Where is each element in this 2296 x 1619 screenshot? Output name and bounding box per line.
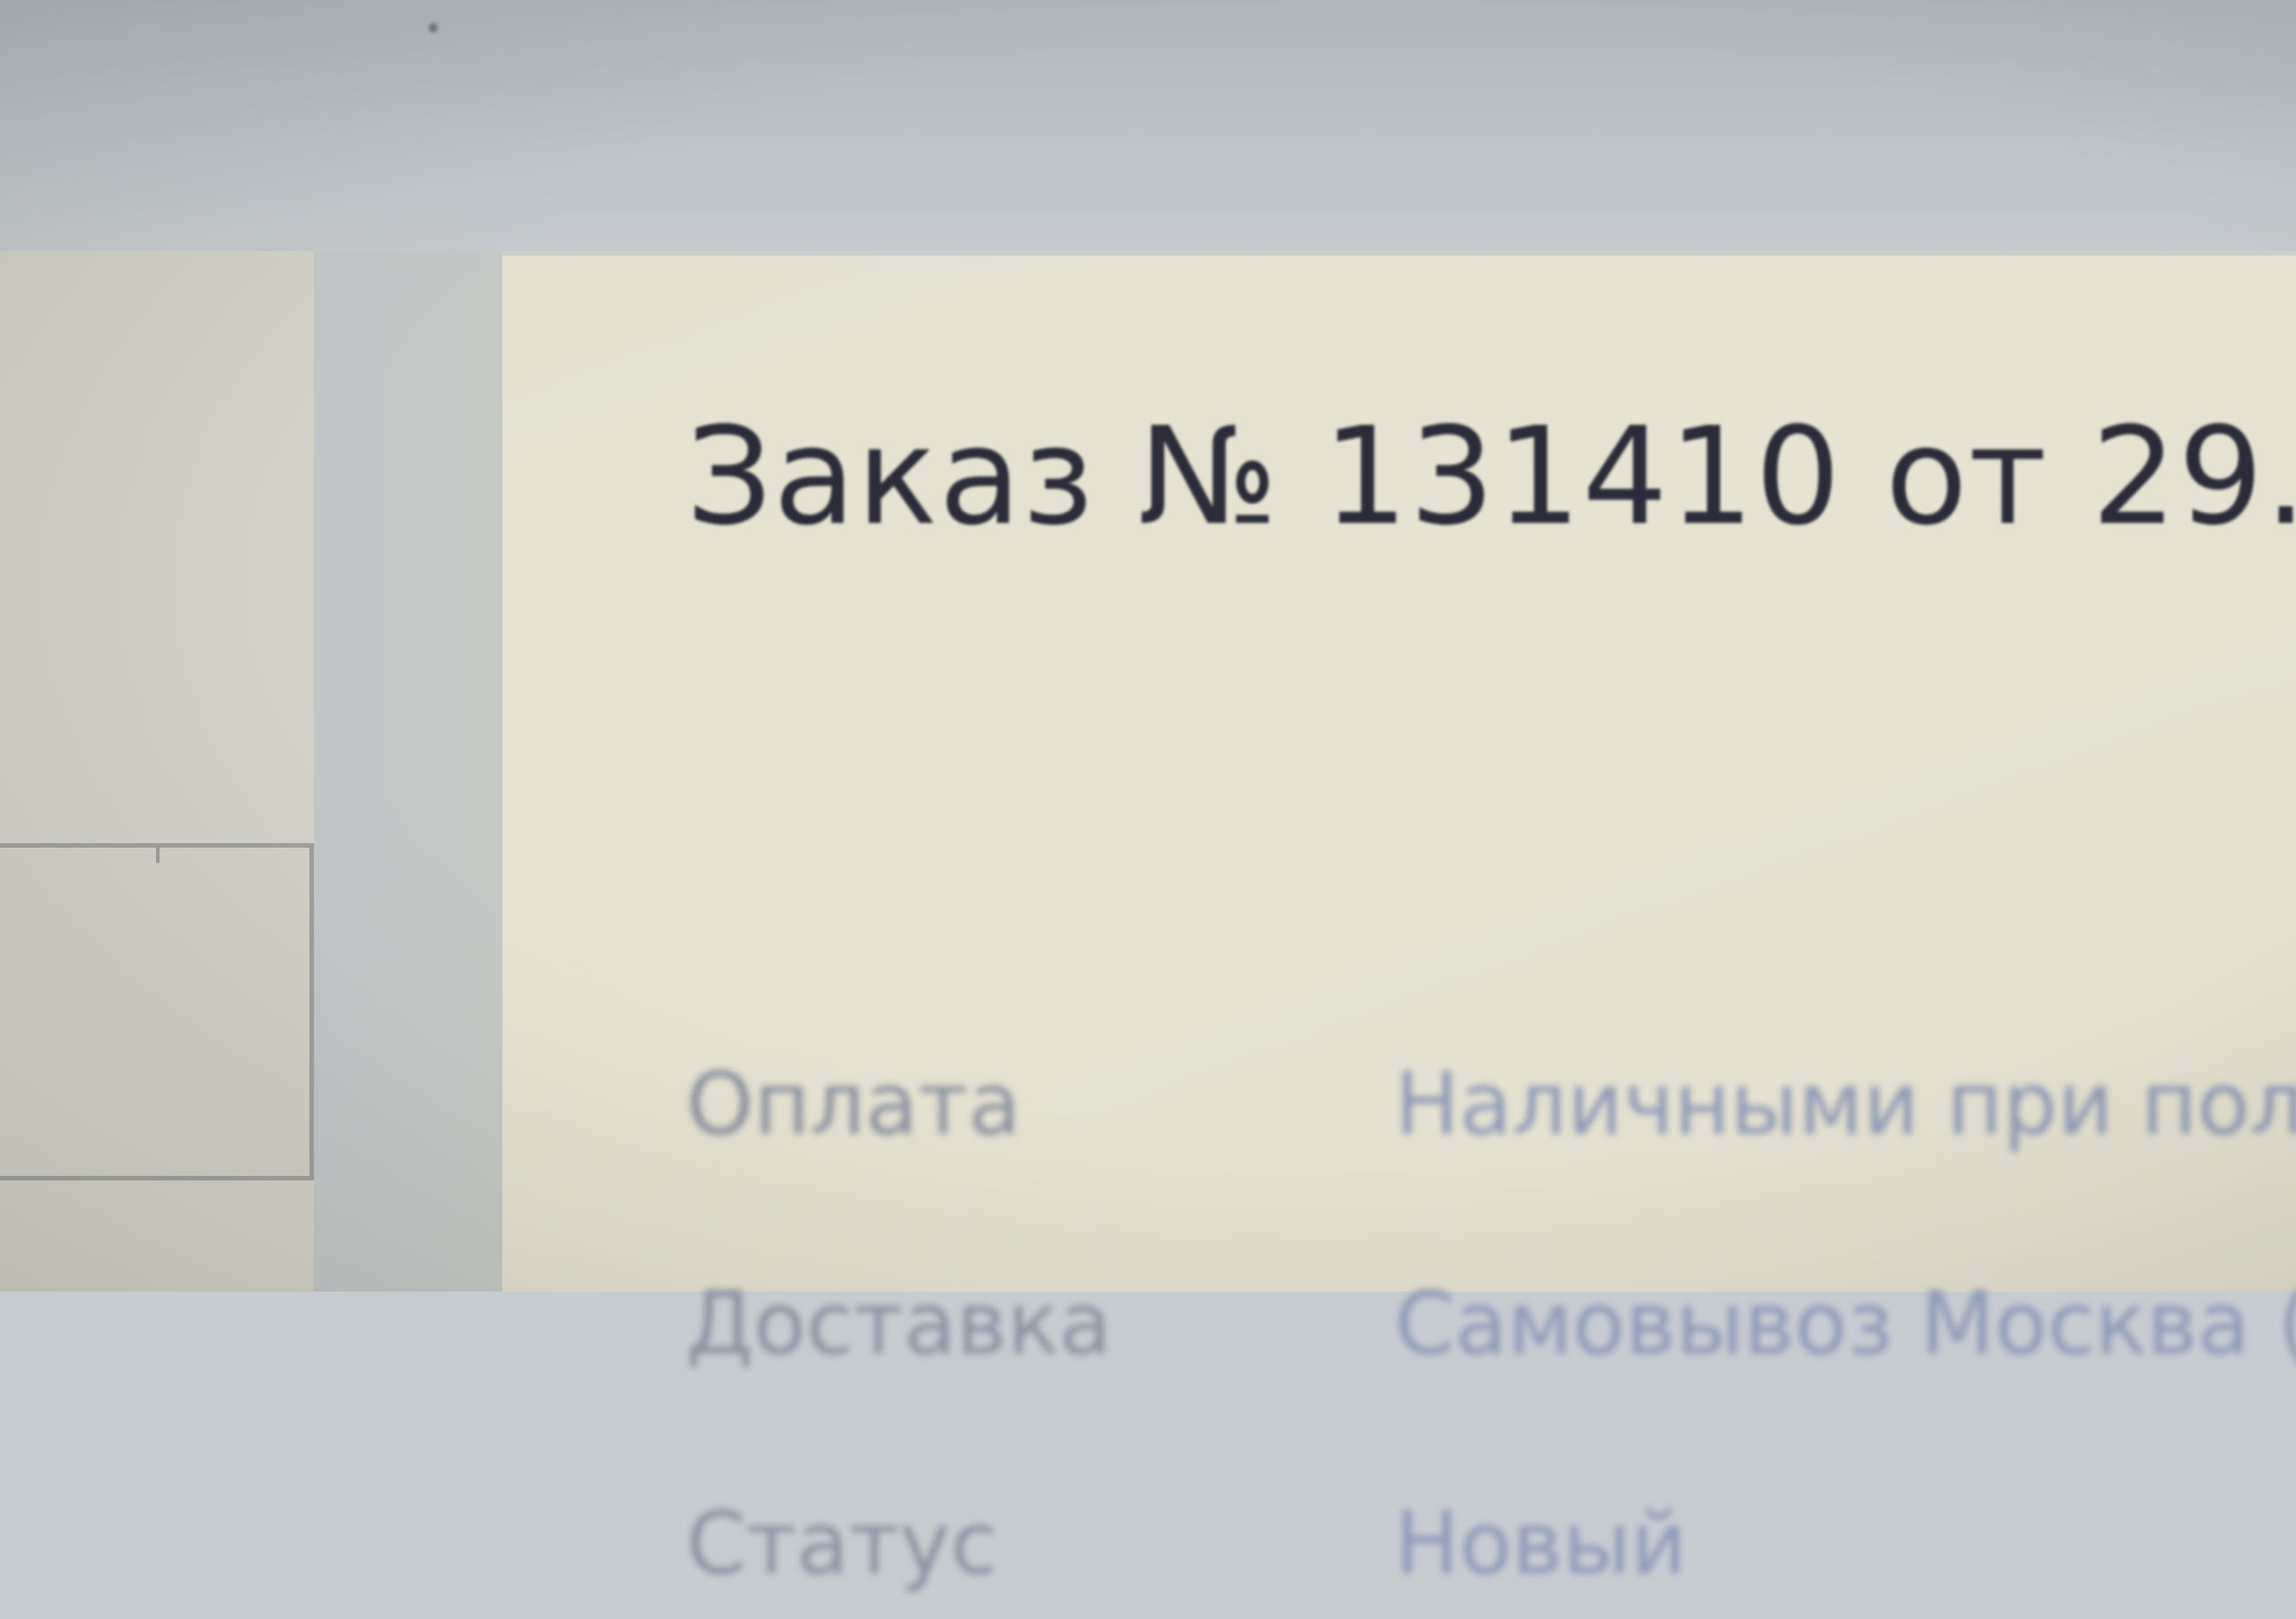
payment-value: Наличными при пол: [1395, 1054, 2296, 1154]
delivery-value: Самовывоз Москва (: [1395, 1274, 2296, 1374]
top-bar: [0, 0, 2296, 251]
payment-label: Оплата: [686, 1054, 1022, 1154]
left-panel: [0, 251, 314, 1292]
left-card-divider: [156, 843, 160, 863]
delivery-label: Доставка: [686, 1274, 1112, 1374]
panel-gutter: [314, 251, 502, 1292]
detail-row-status: Статус Новый: [686, 1493, 2296, 1619]
order-panel: Заказ № 131410 от 29. Оплата Наличными п…: [502, 256, 2296, 1594]
status-value: Новый: [1395, 1493, 1687, 1594]
screen-background: Заказ № 131410 от 29. Оплата Наличными п…: [0, 0, 2296, 1594]
detail-row-delivery: Доставка Самовывоз Москва (: [686, 1274, 2296, 1399]
detail-row-payment: Оплата Наличными при пол: [686, 1054, 2296, 1179]
left-card[interactable]: [0, 843, 314, 1180]
status-label: Статус: [686, 1493, 998, 1594]
screen-dust-speck: [429, 23, 438, 32]
order-title: Заказ № 131410 от 29.: [686, 399, 2296, 555]
